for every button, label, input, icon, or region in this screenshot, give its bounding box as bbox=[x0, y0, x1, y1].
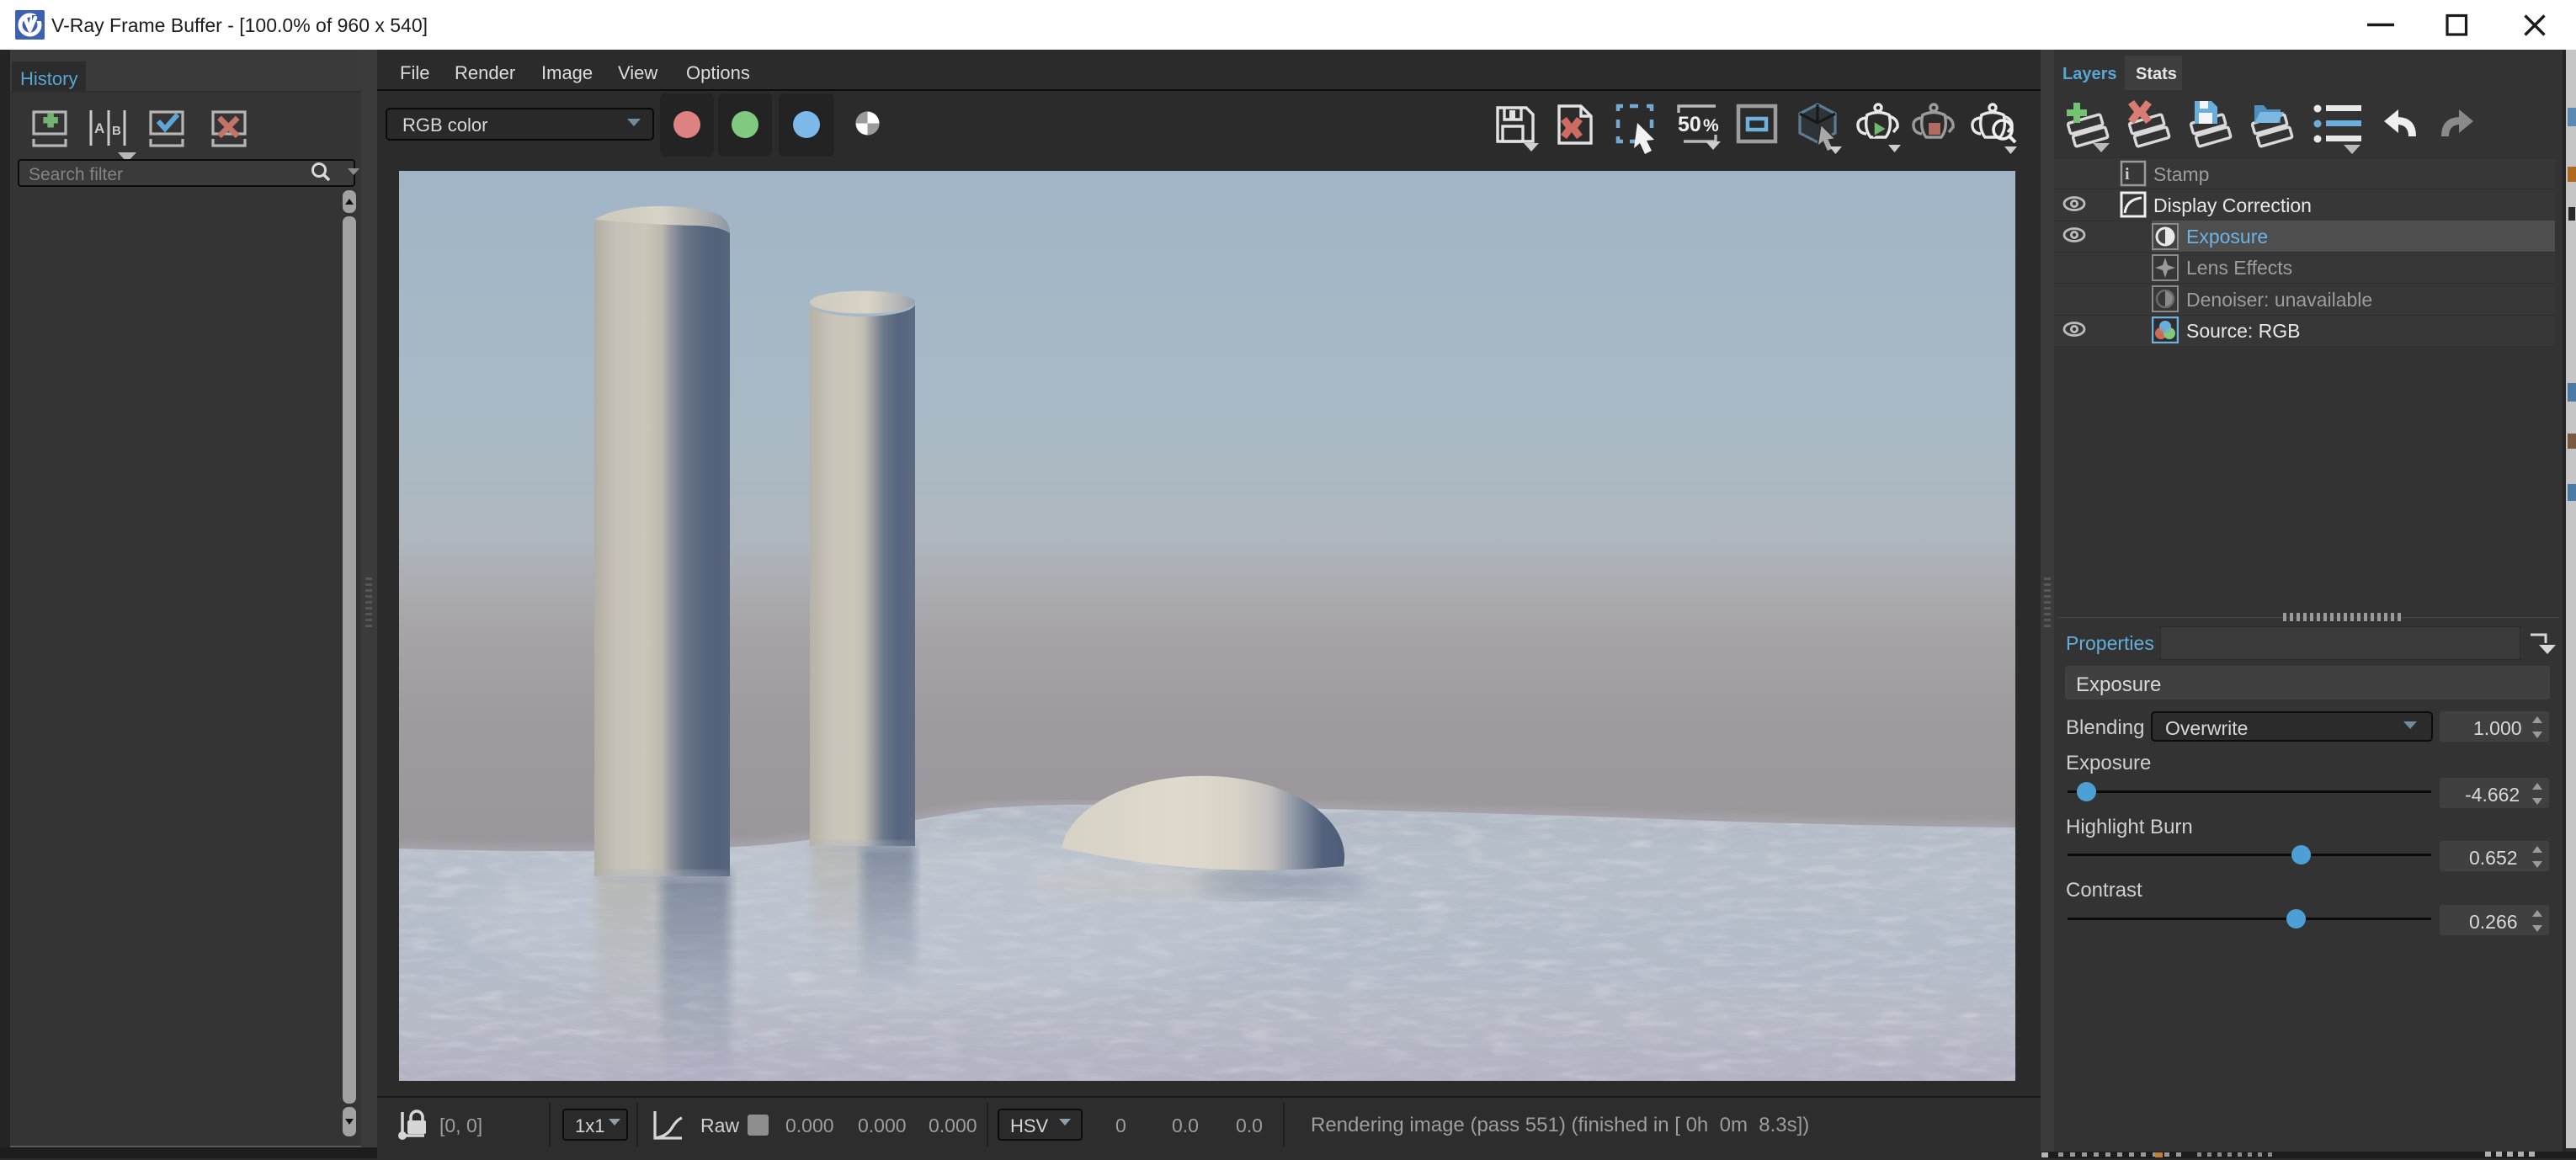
svg-text:%: % bbox=[1703, 116, 1719, 136]
svg-text:B: B bbox=[112, 124, 121, 138]
svg-text:50: 50 bbox=[1678, 113, 1701, 136]
svg-text:i: i bbox=[2125, 165, 2130, 184]
svg-text:A: A bbox=[94, 120, 104, 136]
